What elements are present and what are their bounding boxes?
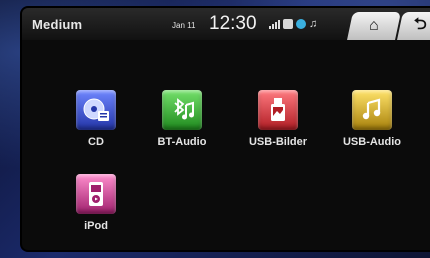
bluetooth-audio-icon <box>162 90 202 130</box>
signal-strength-icon <box>269 19 280 29</box>
usb-audio-icon <box>352 90 392 130</box>
home-button[interactable]: ⌂ <box>347 12 401 40</box>
date-display: Jan 11 <box>172 21 196 30</box>
clock: 12:30 <box>209 13 257 34</box>
headset-icon <box>296 19 306 29</box>
back-icon: ⮌ <box>413 15 427 33</box>
infotainment-screen: Medium Jan 11 12:30 ♫ ⌂ ⮌ CD BT-Audio US… <box>22 8 430 250</box>
usb-picture-icon <box>258 90 298 130</box>
cd-icon <box>76 90 116 130</box>
music-note-icon: ♫ <box>309 18 318 30</box>
app-usb-bilder[interactable]: USB-Bilder <box>238 90 318 148</box>
app-grid: CD BT-Audio USB-Bilder USB-Audio iPod <box>22 40 430 250</box>
ipod-icon <box>76 174 116 214</box>
app-ipod[interactable]: iPod <box>56 174 136 232</box>
app-label: CD <box>88 136 104 148</box>
app-usb-audio[interactable]: USB-Audio <box>332 90 412 148</box>
status-bar: Medium Jan 11 12:30 ♫ ⌂ ⮌ <box>22 8 430 40</box>
back-button[interactable]: ⮌ <box>397 12 430 40</box>
status-icons: ♫ <box>269 18 318 30</box>
app-label: USB-Audio <box>342 136 402 148</box>
app-label: iPod <box>84 220 108 232</box>
app-cd[interactable]: CD <box>56 90 136 148</box>
app-label: BT-Audio <box>157 136 207 148</box>
app-bt-audio[interactable]: BT-Audio <box>142 90 222 148</box>
source-title: Medium <box>32 17 83 32</box>
app-label: USB-Bilder <box>248 136 308 148</box>
phone-icon <box>283 19 293 29</box>
home-icon: ⌂ <box>369 17 379 34</box>
